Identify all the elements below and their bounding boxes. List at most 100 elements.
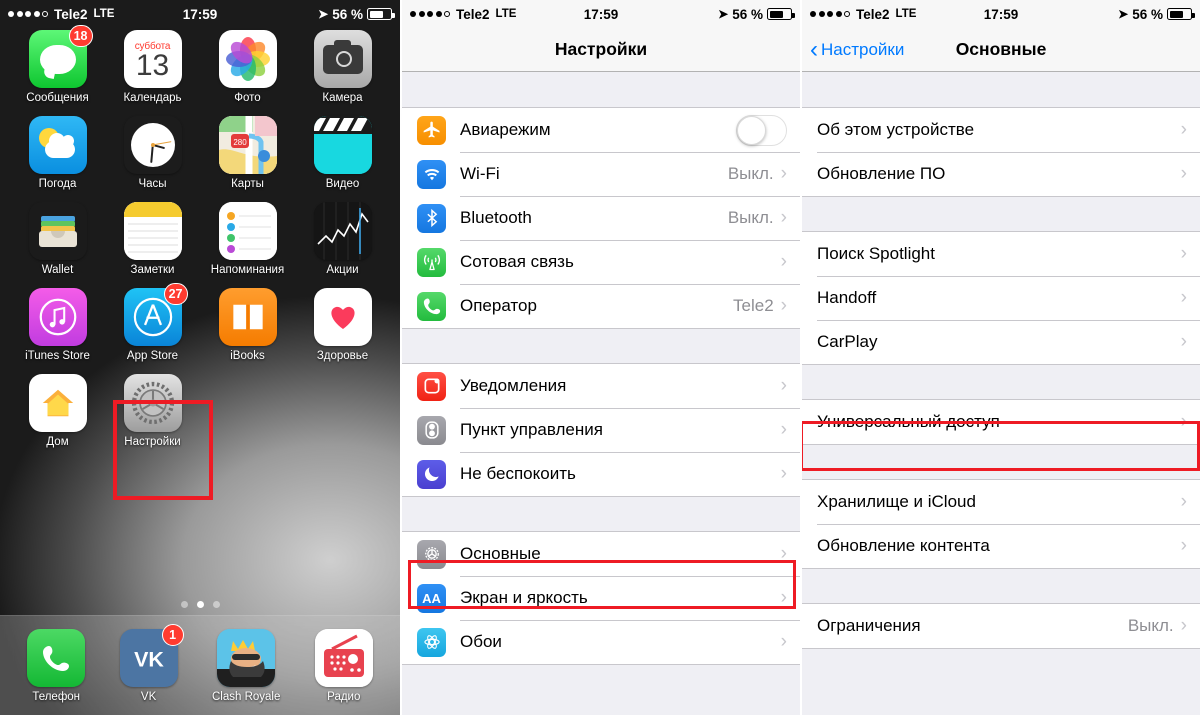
reminders-art bbox=[218, 202, 277, 260]
row-label: Оператор bbox=[460, 296, 537, 315]
app-settings[interactable]: Настройки bbox=[105, 374, 200, 448]
carrier-phone-icon bbox=[417, 291, 446, 321]
notifications-icon bbox=[417, 371, 446, 401]
svg-text:280: 280 bbox=[233, 138, 247, 147]
chevron-right-icon: › bbox=[780, 419, 787, 440]
page-dot[interactable] bbox=[212, 601, 220, 608]
list-gap bbox=[802, 569, 1200, 603]
chevron-right-icon: › bbox=[1180, 163, 1187, 184]
maps-art: 280 bbox=[218, 116, 277, 174]
signal-strength-dots bbox=[810, 11, 850, 17]
general-group-features: Поиск Spotlight › Handoff › CarPlay › bbox=[802, 231, 1200, 365]
battery-percent-label: 56 % bbox=[1132, 6, 1163, 22]
network-type-label: LTE bbox=[495, 8, 517, 20]
health-icon bbox=[313, 288, 372, 346]
app-app-store[interactable]: 27 App Store bbox=[105, 283, 200, 362]
app-clock[interactable]: Часы bbox=[105, 116, 200, 190]
carrier-name: Tele2 bbox=[856, 6, 890, 22]
settings-row-wallpaper[interactable]: Обои › bbox=[402, 620, 800, 664]
general-row-storage-icloud[interactable]: Хранилище и iCloud › bbox=[802, 480, 1200, 524]
radio-icon bbox=[314, 628, 373, 687]
app-maps[interactable]: 280 Карты bbox=[200, 116, 295, 190]
general-row-handoff[interactable]: Handoff › bbox=[802, 276, 1200, 320]
dock-app-phone[interactable]: Телефон bbox=[27, 628, 86, 703]
wallet-icon bbox=[28, 202, 87, 260]
settings-row-airplane-mode[interactable]: Авиарежим bbox=[402, 108, 800, 152]
general-row-restrictions[interactable]: Ограничения Выкл. › bbox=[802, 604, 1200, 648]
settings-icon-wrap bbox=[123, 374, 182, 432]
app-label: Видео bbox=[325, 178, 360, 190]
general-row-accessibility[interactable]: Универсальный доступ › bbox=[802, 400, 1200, 444]
app-stocks[interactable]: Акции bbox=[295, 202, 390, 276]
dock-app-clash-royale[interactable]: Clash Royale bbox=[212, 628, 280, 703]
row-label: Wi-Fi bbox=[460, 164, 500, 183]
general-row-carplay[interactable]: CarPlay › bbox=[802, 320, 1200, 364]
page-indicator-dots[interactable] bbox=[0, 601, 400, 608]
chevron-right-icon: › bbox=[780, 251, 787, 272]
status-bar-right: ➤ 56 % bbox=[1118, 6, 1195, 22]
settings-row-general[interactable]: Основные › bbox=[402, 532, 800, 576]
general-row-software-update[interactable]: Обновление ПО › bbox=[802, 152, 1200, 196]
general-row-background-refresh[interactable]: Обновление контента › bbox=[802, 524, 1200, 568]
settings-row-control-center[interactable]: Пункт управления › bbox=[402, 408, 800, 452]
messages-badge: 18 bbox=[68, 25, 93, 47]
clock-icon-wrap bbox=[123, 116, 182, 174]
app-wallet[interactable]: Wallet bbox=[10, 202, 105, 276]
row-label: Основные bbox=[460, 544, 541, 563]
app-weather[interactable]: Погода bbox=[10, 116, 105, 190]
radio-icon-wrap bbox=[314, 628, 373, 687]
app-home[interactable]: Дом bbox=[10, 374, 105, 448]
dock-app-vk[interactable]: VK 1 VK bbox=[119, 623, 184, 703]
calendar-day-number: 13 bbox=[135, 49, 170, 82]
general-row-about[interactable]: Об этом устройстве › bbox=[802, 108, 1200, 152]
settings-row-cellular[interactable]: Сотовая связь › bbox=[402, 240, 800, 284]
airplane-mode-toggle[interactable] bbox=[736, 114, 787, 146]
general-group-storage: Хранилище и iCloud › Обновление контента… bbox=[802, 479, 1200, 569]
list-gap bbox=[402, 497, 800, 531]
messages-icon-wrap: 18 bbox=[28, 25, 93, 88]
app-label: Настройки bbox=[124, 436, 181, 448]
page-dot[interactable] bbox=[180, 601, 188, 608]
row-label: CarPlay bbox=[817, 332, 878, 351]
row-label: Поиск Spotlight bbox=[817, 244, 935, 263]
general-row-spotlight-search[interactable]: Поиск Spotlight › bbox=[802, 232, 1200, 276]
chevron-right-icon: › bbox=[1180, 287, 1187, 308]
ibooks-book bbox=[232, 304, 263, 330]
settings-row-bluetooth[interactable]: Bluetooth Выкл. › bbox=[402, 196, 800, 240]
settings-row-carrier[interactable]: Оператор Tele2 › bbox=[402, 284, 800, 328]
app-messages[interactable]: 18 Сообщения bbox=[10, 25, 105, 104]
wallpaper-icon bbox=[417, 627, 446, 657]
back-button[interactable]: ‹ Настройки bbox=[810, 37, 904, 61]
wallet-icon-wrap bbox=[28, 202, 87, 260]
home-app-grid: 18 Сообщения суббота 13 Календарь Фото К… bbox=[0, 25, 400, 448]
app-photos[interactable]: Фото bbox=[200, 30, 295, 104]
settings-row-wifi[interactable]: Wi-Fi Выкл. › bbox=[402, 152, 800, 196]
app-store-badge: 27 bbox=[163, 283, 188, 305]
dock-app-radio[interactable]: Радио bbox=[314, 628, 373, 703]
settings-row-notifications[interactable]: Уведомления › bbox=[402, 364, 800, 408]
clash-art bbox=[217, 628, 276, 687]
app-notes[interactable]: Заметки bbox=[105, 202, 200, 276]
settings-row-display-brightness[interactable]: AA Экран и яркость › bbox=[402, 576, 800, 620]
do-not-disturb-icon bbox=[417, 459, 446, 489]
videos-art bbox=[313, 116, 372, 174]
row-label: Об этом устройстве bbox=[817, 120, 975, 139]
list-gap bbox=[802, 445, 1200, 479]
camera-icon-wrap bbox=[313, 30, 372, 88]
signal-strength-dots bbox=[8, 11, 48, 17]
settings-row-do-not-disturb[interactable]: Не беспокоить › bbox=[402, 452, 800, 496]
chevron-right-icon: › bbox=[1180, 491, 1187, 512]
app-camera[interactable]: Камера bbox=[295, 30, 390, 104]
app-ibooks[interactable]: iBooks bbox=[200, 288, 295, 362]
appstore-icon-wrap: 27 bbox=[123, 283, 188, 346]
signal-strength-dots bbox=[410, 11, 450, 17]
app-health[interactable]: Здоровье bbox=[295, 288, 390, 362]
display-brightness-icon: AA bbox=[417, 583, 446, 613]
app-reminders[interactable]: Напоминания bbox=[200, 202, 295, 276]
app-videos[interactable]: Видео bbox=[295, 116, 390, 190]
app-calendar[interactable]: суббота 13 Календарь bbox=[105, 30, 200, 104]
chevron-right-icon: › bbox=[780, 375, 787, 396]
page-dot-active[interactable] bbox=[196, 601, 204, 608]
app-itunes-store[interactable]: iTunes Store bbox=[10, 288, 105, 362]
iphone-home-screen: Tele2 LTE 17:59 ➤ 56 % 18 Сообщения субб… bbox=[0, 0, 400, 715]
